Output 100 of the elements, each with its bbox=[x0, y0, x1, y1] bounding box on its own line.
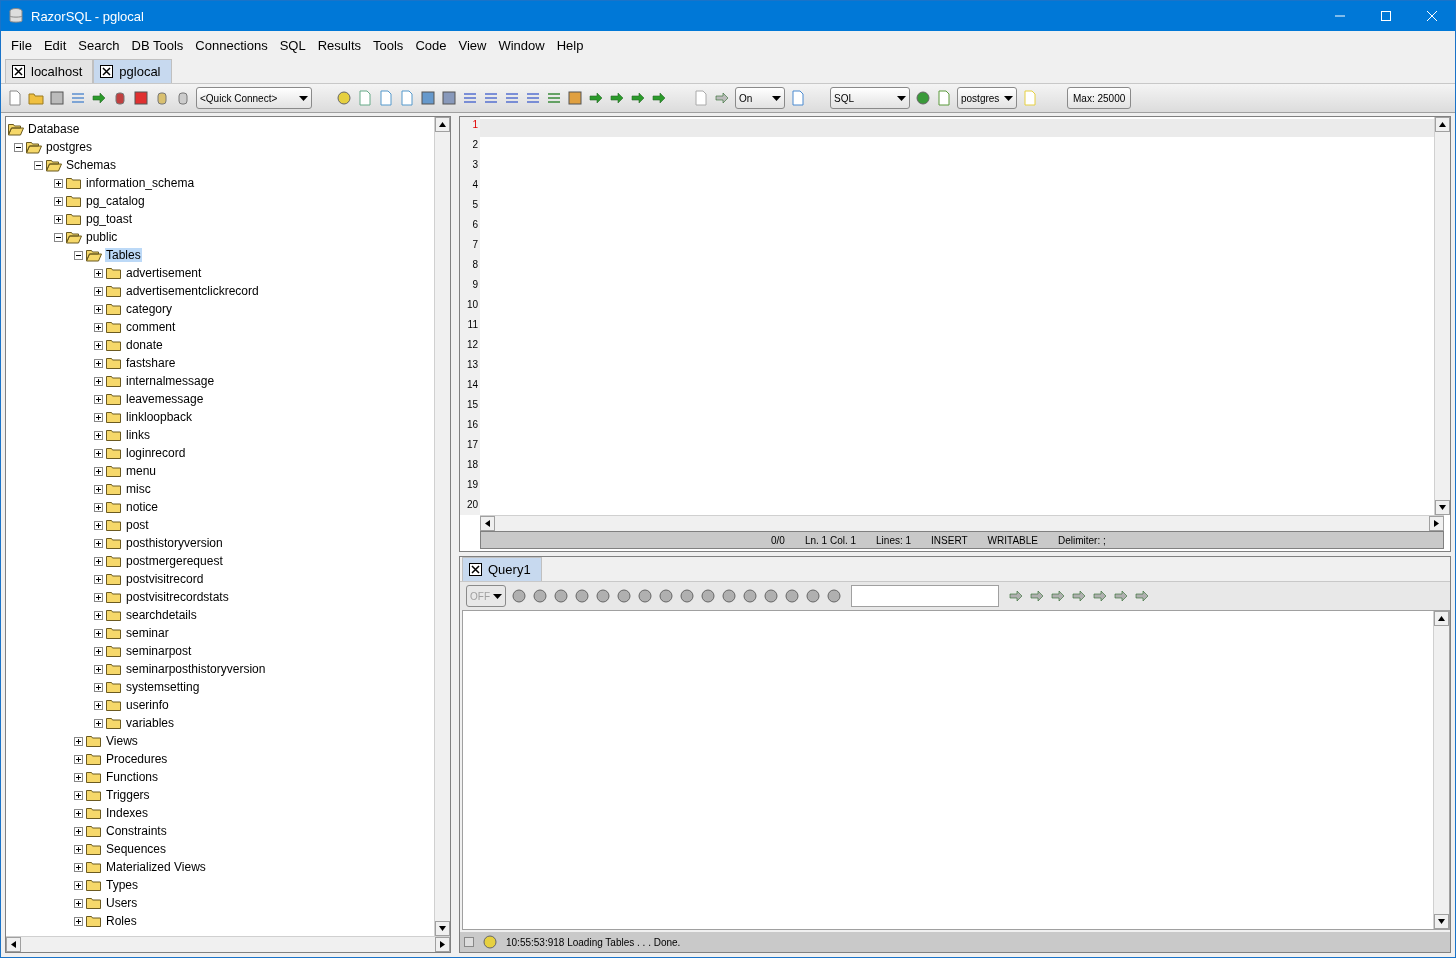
horizontal-scrollbar[interactable] bbox=[6, 936, 450, 952]
tree-item[interactable]: systemsetting bbox=[125, 680, 201, 694]
tree-item[interactable]: postmergerequest bbox=[125, 554, 224, 568]
top-level-command[interactable]: Code bbox=[409, 37, 453, 53]
tree-item[interactable]: Indexes bbox=[105, 806, 150, 820]
scroll-left-arrow-icon[interactable] bbox=[485, 520, 490, 527]
expand-icon[interactable] bbox=[74, 916, 83, 926]
top-level-command[interactable]: View bbox=[452, 37, 493, 53]
expand-icon[interactable] bbox=[54, 214, 63, 224]
tree-item[interactable]: postvisitrecord bbox=[125, 572, 205, 586]
vertical-scrollbar[interactable] bbox=[1433, 611, 1449, 929]
tree-item[interactable]: Triggers bbox=[105, 788, 151, 802]
tree-item[interactable]: Views bbox=[105, 734, 139, 748]
new-file-icon[interactable] bbox=[7, 90, 23, 106]
vertical-scrollbar[interactable] bbox=[434, 117, 450, 936]
database-dropdown[interactable]: postgres bbox=[957, 87, 1017, 109]
top-level-command[interactable]: DB Tools bbox=[125, 37, 190, 53]
expand-icon[interactable] bbox=[94, 682, 103, 692]
tree-item[interactable]: Roles bbox=[105, 914, 138, 928]
tree-item[interactable]: category bbox=[125, 302, 174, 316]
tree-item[interactable]: donate bbox=[125, 338, 164, 352]
expand-icon[interactable] bbox=[94, 286, 103, 296]
top-level-command[interactable]: Connections bbox=[189, 37, 274, 53]
expand-icon[interactable] bbox=[94, 718, 103, 728]
tree-item[interactable]: posthistoryversion bbox=[125, 536, 224, 550]
scroll-up-arrow-icon[interactable] bbox=[439, 122, 446, 127]
expand-icon[interactable] bbox=[94, 556, 103, 566]
tree-item[interactable]: linkloopback bbox=[125, 410, 194, 424]
collapse-icon[interactable] bbox=[14, 142, 23, 152]
expand-icon[interactable] bbox=[94, 664, 103, 674]
tree-item[interactable]: Functions bbox=[105, 770, 160, 784]
expand-icon[interactable] bbox=[94, 628, 103, 638]
expand-icon[interactable] bbox=[94, 592, 103, 602]
tree-item[interactable]: postvisitrecordstats bbox=[125, 590, 230, 604]
close-icon[interactable] bbox=[12, 65, 25, 78]
expand-icon[interactable] bbox=[94, 466, 103, 476]
expand-icon[interactable] bbox=[74, 844, 83, 854]
expand-icon[interactable] bbox=[94, 322, 103, 332]
scroll-up-arrow-icon[interactable] bbox=[1438, 616, 1445, 621]
top-level-command[interactable]: Help bbox=[550, 37, 590, 53]
tree-item[interactable]: seminar bbox=[125, 626, 170, 640]
tree-item[interactable]: Schemas bbox=[65, 158, 118, 172]
tree-item[interactable]: information_schema bbox=[85, 176, 196, 190]
search-field[interactable] bbox=[851, 585, 999, 607]
tree-item[interactable]: comment bbox=[125, 320, 177, 334]
expand-icon[interactable] bbox=[94, 340, 103, 350]
expand-icon[interactable] bbox=[94, 574, 103, 584]
open-folder-icon[interactable] bbox=[28, 90, 44, 106]
expand-icon[interactable] bbox=[94, 520, 103, 530]
tree-item[interactable]: Types bbox=[105, 878, 139, 892]
tree-item[interactable]: Tables bbox=[105, 248, 142, 262]
tree-item[interactable]: Sequences bbox=[105, 842, 168, 856]
tree-item[interactable]: loginrecord bbox=[125, 446, 187, 460]
expand-icon[interactable] bbox=[94, 448, 103, 458]
top-level-command[interactable]: Tools bbox=[367, 37, 410, 53]
language-dropdown[interactable]: SQL bbox=[830, 87, 910, 109]
result-tab[interactable]: Query1 bbox=[462, 557, 542, 581]
tree-item[interactable]: notice bbox=[125, 500, 160, 514]
maximize-icon[interactable] bbox=[1381, 11, 1391, 21]
tree-item[interactable]: seminarpost bbox=[125, 644, 193, 658]
tree-item[interactable]: Procedures bbox=[105, 752, 169, 766]
connection-tab[interactable]: pglocal bbox=[93, 59, 172, 83]
vertical-scrollbar[interactable] bbox=[1434, 117, 1450, 515]
horizontal-scrollbar[interactable] bbox=[480, 515, 1444, 531]
tree-item[interactable]: Materialized Views bbox=[105, 860, 207, 874]
expand-icon[interactable] bbox=[74, 862, 83, 872]
tree-item[interactable]: seminarposthistoryversion bbox=[125, 662, 267, 676]
scroll-right-arrow-icon[interactable] bbox=[440, 941, 445, 948]
expand-icon[interactable] bbox=[74, 808, 83, 818]
scroll-right-arrow-icon[interactable] bbox=[1434, 520, 1439, 527]
expand-icon[interactable] bbox=[94, 268, 103, 278]
expand-icon[interactable] bbox=[94, 412, 103, 422]
tree-item[interactable]: advertisementclickrecord bbox=[125, 284, 260, 298]
expand-icon[interactable] bbox=[74, 772, 83, 782]
collapse-icon[interactable] bbox=[54, 232, 63, 242]
tree-item[interactable]: Users bbox=[105, 896, 139, 910]
right-arrow-icon[interactable] bbox=[1008, 588, 1024, 604]
collapse-icon[interactable] bbox=[74, 250, 83, 260]
tree-item[interactable]: public bbox=[85, 230, 119, 244]
expand-icon[interactable] bbox=[94, 376, 103, 386]
auto-commit-dropdown[interactable]: On bbox=[735, 87, 785, 109]
expand-icon[interactable] bbox=[94, 484, 103, 494]
expand-icon[interactable] bbox=[74, 826, 83, 836]
scroll-up-arrow-icon[interactable] bbox=[1439, 122, 1446, 127]
expand-icon[interactable] bbox=[94, 646, 103, 656]
scroll-down-arrow-icon[interactable] bbox=[1438, 919, 1445, 924]
expand-icon[interactable] bbox=[74, 736, 83, 746]
tree-item[interactable]: postgres bbox=[45, 140, 94, 154]
connection-tab[interactable]: localhost bbox=[5, 59, 94, 83]
expand-icon[interactable] bbox=[94, 358, 103, 368]
expand-icon[interactable] bbox=[94, 610, 103, 620]
top-level-command[interactable]: Search bbox=[72, 37, 126, 53]
tree-item[interactable]: fastshare bbox=[125, 356, 177, 370]
tree-item[interactable]: pg_catalog bbox=[85, 194, 146, 208]
top-level-command[interactable]: Window bbox=[492, 37, 551, 53]
collapse-icon[interactable] bbox=[34, 160, 43, 170]
tree-item[interactable]: pg_toast bbox=[85, 212, 134, 226]
tree-item[interactable]: internalmessage bbox=[125, 374, 216, 388]
close-icon[interactable] bbox=[100, 65, 114, 78]
top-level-command[interactable]: Results bbox=[311, 37, 367, 53]
